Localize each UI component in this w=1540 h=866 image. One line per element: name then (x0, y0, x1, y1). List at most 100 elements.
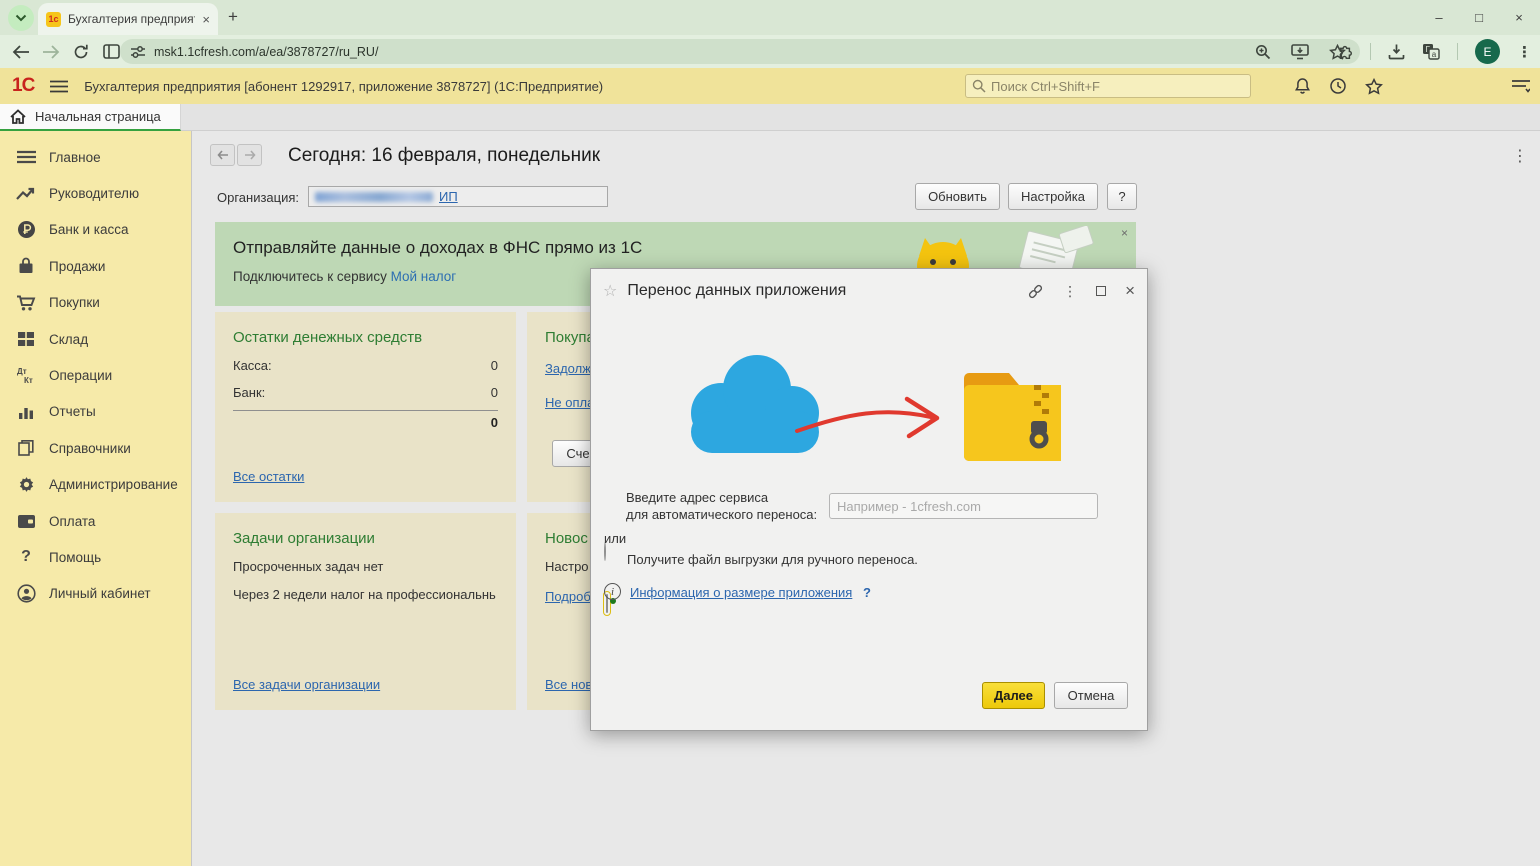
nav-forward-button[interactable] (237, 144, 262, 166)
window-minimize-icon[interactable]: – (1432, 10, 1446, 25)
browser-address-bar: msk1.1cfresh.com/a/ea/3878727/ru_RU/ (0, 35, 1540, 68)
sidebar-item-operacii[interactable]: ДтКт Операции (0, 357, 191, 393)
sidebar-item-spravochniki[interactable]: Справочники (0, 430, 191, 466)
cash-row-bank: Банк: 0 (233, 385, 498, 400)
svg-text:а: а (1432, 50, 1437, 59)
app-header: 1С Бухгалтерия предприятия [абонент 1292… (0, 68, 1540, 104)
url-bar[interactable]: msk1.1cfresh.com/a/ea/3878727/ru_RU/ (120, 39, 1360, 64)
window-maximize-icon[interactable]: □ (1472, 10, 1486, 25)
sidebar-item-glavnoe[interactable]: Главное (0, 139, 191, 175)
tab-search-button[interactable] (8, 5, 34, 31)
sidebar-item-prodazhi[interactable]: Продажи (0, 248, 191, 284)
sidebar: Главное Руководителю Банк и касса Продаж… (0, 131, 192, 866)
buyers-debt-link[interactable]: Задолж (545, 361, 591, 376)
cloud-to-zip-illustration (679, 341, 1061, 481)
search-icon (972, 79, 986, 93)
dialog-more-icon[interactable]: ⋮ (1063, 283, 1077, 300)
sidebar-item-bank-kassa[interactable]: Банк и касса (0, 212, 191, 248)
widget-tasks-title: Задачи организации (233, 530, 498, 547)
all-tasks-link[interactable]: Все задачи организации (233, 677, 380, 692)
1c-favicon-icon: 1с (46, 12, 61, 27)
help-button[interactable]: ? (1107, 183, 1137, 210)
tab-home-page[interactable]: Начальная страница (0, 104, 181, 131)
browser-tab-title: Бухгалтерия предприятия [або (68, 12, 195, 26)
buyers-unpaid-link[interactable]: Не опла (545, 395, 594, 410)
organization-link[interactable]: ИП (439, 189, 458, 204)
profile-avatar[interactable]: E (1475, 39, 1500, 64)
extensions-puzzle-icon[interactable] (1335, 43, 1353, 61)
app-size-info-link[interactable]: Информация о размере приложения (630, 585, 852, 600)
browser-menu-icon[interactable]: ⋮ (1517, 43, 1532, 61)
forward-icon[interactable] (36, 45, 66, 59)
dialog-close-icon[interactable]: × (1125, 281, 1135, 301)
window-close-icon[interactable]: × (1512, 10, 1526, 25)
site-settings-icon[interactable] (130, 45, 146, 59)
dialog-title: Перенос данных приложения (627, 282, 1027, 300)
tasks-line-2: Через 2 недели налог на профессиональнь (233, 587, 498, 602)
tasks-line-1: Просроченных задач нет (233, 559, 498, 574)
downloads-icon[interactable] (1388, 43, 1405, 60)
translate-icon[interactable]: Га (1422, 43, 1440, 60)
dialog-titlebar: ☆ Перенос данных приложения ⋮ × (591, 269, 1147, 313)
home-icon (10, 109, 26, 124)
service-address-input[interactable] (829, 493, 1098, 519)
url-text[interactable]: msk1.1cfresh.com/a/ea/3878727/ru_RU/ (154, 45, 1247, 59)
next-button[interactable]: Далее (982, 682, 1045, 709)
widget-cash-balance: Остатки денежных средств Касса: 0 Банк: … (215, 312, 516, 502)
all-news-link[interactable]: Все нов (545, 677, 592, 692)
reload-icon[interactable] (66, 44, 96, 60)
service-menu-icon[interactable] (1512, 68, 1530, 104)
dialog-link-icon[interactable] (1027, 283, 1044, 300)
moy-nalog-link[interactable]: Мой налог (391, 269, 457, 284)
page-more-icon[interactable]: ⋮ (1512, 146, 1529, 166)
gear-icon (16, 475, 36, 495)
settings-button[interactable]: Настройка (1008, 183, 1098, 210)
sidebar-item-lichnyi-kabinet[interactable]: Личный кабинет (0, 576, 191, 612)
data-transfer-dialog: ☆ Перенос данных приложения ⋮ × (590, 268, 1148, 731)
info-help-question[interactable]: ? (863, 585, 871, 600)
sidebar-item-rukovoditelyu[interactable]: Руководителю (0, 175, 191, 211)
banner-close-icon[interactable]: × (1121, 226, 1128, 240)
dialog-maximize-icon[interactable] (1096, 286, 1106, 296)
sidebar-item-sklad[interactable]: Склад (0, 321, 191, 357)
toolbar-separator (1457, 43, 1458, 60)
main-menu-icon[interactable] (50, 80, 68, 93)
back-icon[interactable] (6, 45, 36, 59)
dialog-favorite-star-icon[interactable]: ☆ (603, 281, 617, 301)
history-icon[interactable] (1329, 77, 1347, 95)
sidebar-item-pomosch[interactable]: ? Помощь (0, 539, 191, 575)
cash-total: 0 (233, 410, 498, 430)
refresh-button[interactable]: Обновить (915, 183, 1000, 210)
banner-title: Отправляйте данные о доходах в ФНС прямо… (233, 238, 642, 258)
nav-back-button[interactable] (210, 144, 235, 166)
sidebar-item-pokupki[interactable]: Покупки (0, 285, 191, 321)
browser-tab-bar: 1с Бухгалтерия предприятия [або × + – □ … (0, 0, 1540, 35)
all-balances-link[interactable]: Все остатки (233, 469, 304, 484)
notifications-bell-icon[interactable] (1294, 77, 1311, 95)
tab-close-icon[interactable]: × (202, 12, 210, 27)
organization-field[interactable]: ИП (308, 186, 608, 207)
today-heading: Сегодня: 16 февраля, понедельник (288, 145, 600, 167)
search-input[interactable] (991, 79, 1244, 94)
toolbar-separator (1370, 43, 1371, 60)
sidebar-item-oplata[interactable]: Оплата (0, 503, 191, 539)
organization-label: Организация: (217, 190, 299, 205)
zoom-icon[interactable] (1255, 44, 1271, 60)
bar-chart-icon (16, 402, 36, 422)
grid-blocks-icon (16, 329, 36, 349)
cancel-button[interactable]: Отмена (1054, 682, 1128, 709)
tab-home-label: Начальная страница (35, 109, 161, 124)
browser-tab[interactable]: 1с Бухгалтерия предприятия [або × (38, 3, 218, 35)
favorites-star-icon[interactable] (1365, 78, 1383, 95)
widget-cash-title: Остатки денежных средств (233, 329, 498, 346)
question-icon: ? (16, 547, 36, 567)
install-app-icon[interactable] (1291, 44, 1309, 60)
global-search[interactable] (965, 74, 1251, 98)
manual-file-label: Получите файл выгрузки для ручного перен… (627, 552, 918, 567)
1c-logo: 1С (12, 75, 34, 97)
news-details-link[interactable]: Подроб (545, 589, 591, 604)
new-tab-button[interactable]: + (228, 7, 238, 27)
sidebar-item-administrirovanie[interactable]: Администрирование (0, 467, 191, 503)
sidebar-item-otchety[interactable]: Отчеты (0, 394, 191, 430)
cart-icon (16, 293, 36, 313)
